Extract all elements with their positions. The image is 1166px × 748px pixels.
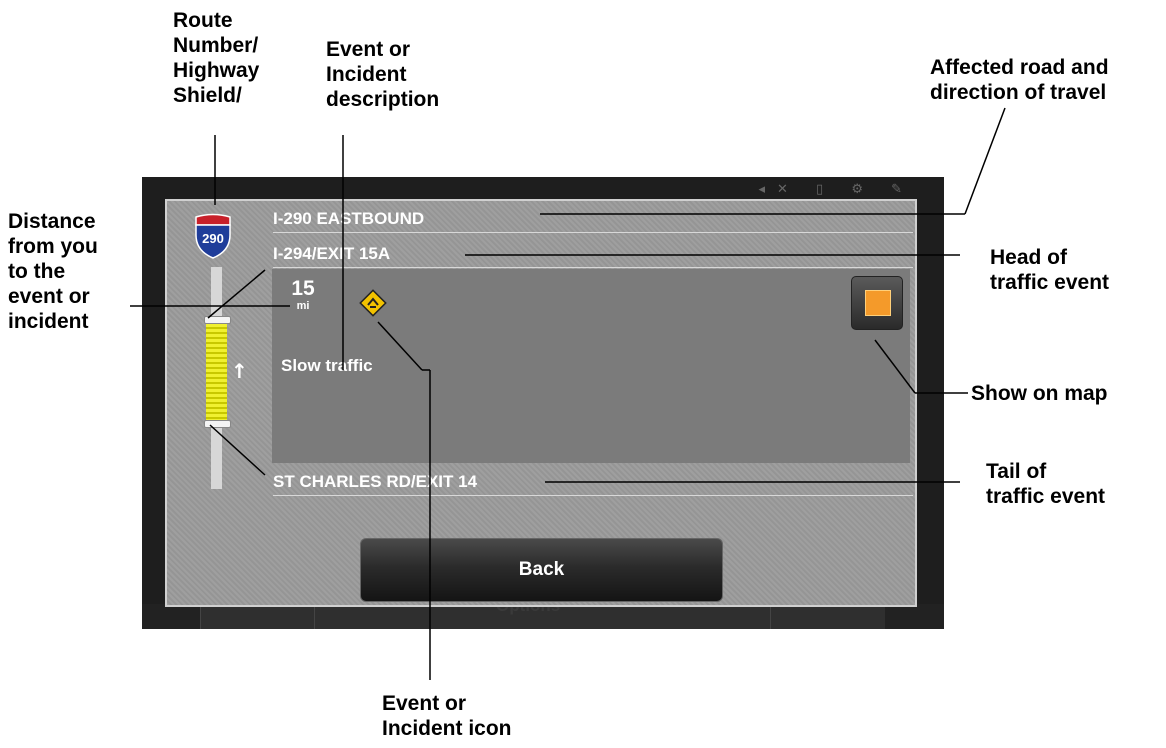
affected-road-callout: Affected road and direction of travel (930, 56, 1109, 104)
tail-callout: Tail of traffic event (986, 460, 1106, 508)
head-callout: Head of traffic event (990, 246, 1110, 294)
route-shield-callout: Route Number/ Highway Shield/ (173, 9, 260, 107)
event-description-callout: Event or Incident description (326, 38, 440, 111)
distance-callout: Distance from you to the event or incide… (8, 210, 98, 333)
show-on-map-callout: Show on map (971, 382, 1108, 405)
callout-leader-lines (130, 107, 1006, 680)
event-icon-callout: Event or Incident icon (382, 692, 512, 740)
